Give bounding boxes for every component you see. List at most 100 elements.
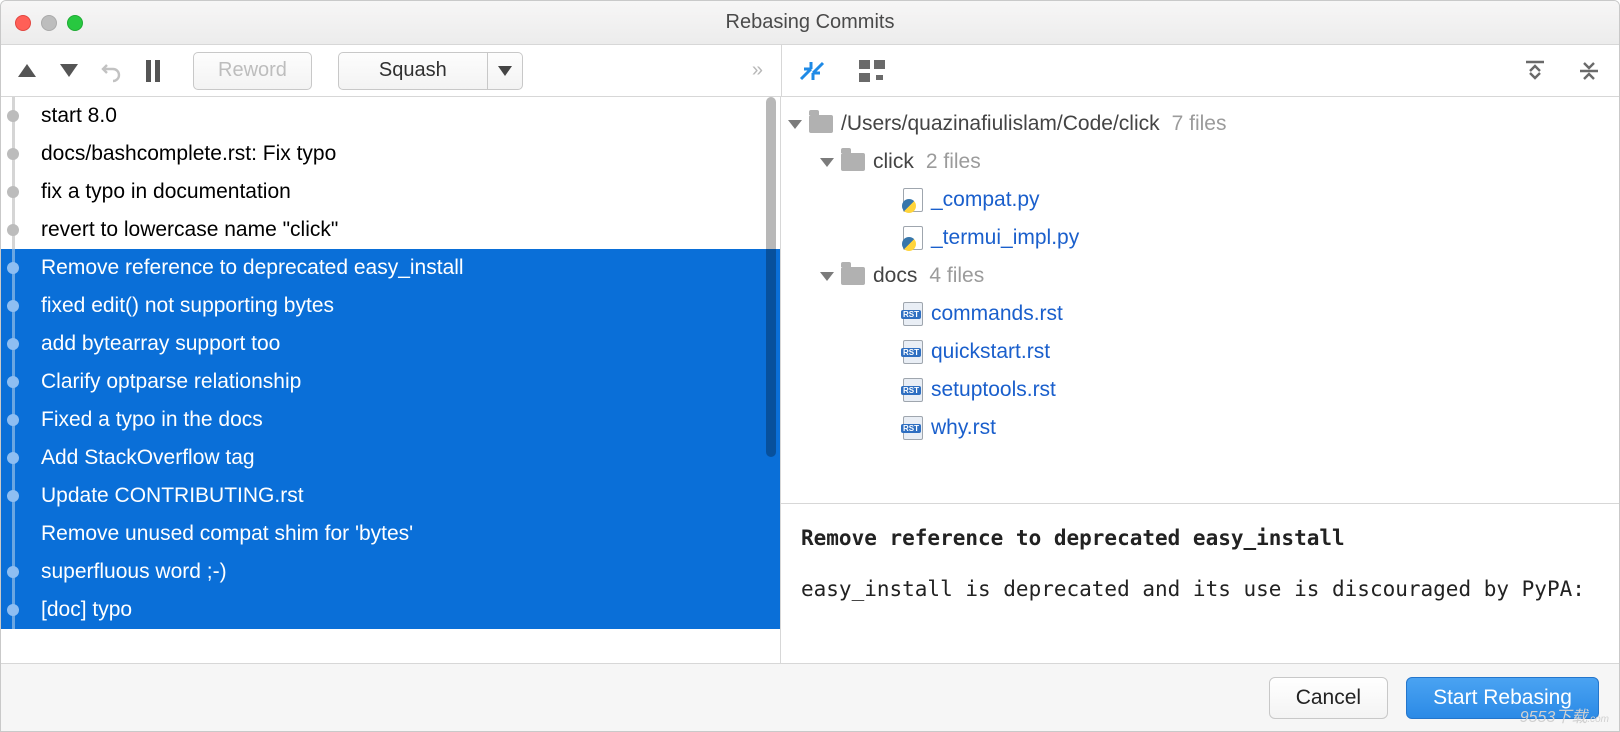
commit-row[interactable]: Update CONTRIBUTING.rst (1, 477, 780, 515)
tree-row[interactable]: _termui_impl.py (787, 219, 1609, 257)
rst-file-icon: RST (903, 302, 923, 326)
tree-file-name: _termui_impl.py (931, 226, 1079, 250)
move-down-button[interactable] (51, 53, 87, 89)
commit-preview: Remove reference to deprecated easy_inst… (781, 503, 1619, 663)
scrollbar-thumb[interactable] (766, 97, 776, 457)
cancel-button[interactable]: Cancel (1269, 677, 1388, 719)
commit-dot-icon (7, 224, 19, 236)
py-file-icon (903, 226, 923, 250)
tree-count: 2 files (926, 150, 981, 174)
chevron-down-icon (498, 66, 512, 76)
commit-message: Update CONTRIBUTING.rst (41, 484, 304, 508)
commit-dot-icon (7, 414, 19, 426)
commit-row[interactable]: Remove reference to deprecated easy_inst… (1, 249, 780, 287)
commit-list[interactable]: start 8.0 docs/bashcomplete.rst: Fix typo… (1, 97, 780, 663)
tree-file-name: commands.rst (931, 302, 1063, 326)
squash-button-group: Squash (338, 52, 523, 90)
commit-row[interactable]: start 8.0 (1, 97, 780, 135)
commit-dot-icon (7, 452, 19, 464)
tree-path: /Users/quazinafiulislam/Code/click (841, 112, 1160, 136)
commit-dot-icon (7, 338, 19, 350)
tree-row[interactable]: RSTsetuptools.rst (787, 371, 1609, 409)
tree-row[interactable]: RST commands.rst (787, 295, 1609, 333)
tree-count: 7 files (1172, 112, 1227, 136)
footer: Cancel Start Rebasing 9553下载.com (1, 663, 1619, 731)
commit-dot-icon (7, 110, 19, 122)
window-title: Rebasing Commits (726, 11, 895, 34)
commit-row[interactable]: Fixed a typo in the docs (1, 401, 780, 439)
tree-row[interactable]: click 2 files (787, 143, 1609, 181)
chevron-down-icon[interactable] (787, 120, 803, 129)
collapse-unchanged-button[interactable] (794, 53, 830, 89)
commit-dot-icon (7, 376, 19, 388)
traffic-lights (1, 15, 97, 31)
commit-row[interactable]: Remove unused compat shim for 'bytes' (1, 515, 780, 553)
commit-row[interactable]: superfluous word ;-) (1, 553, 780, 591)
commit-scroll: start 8.0 docs/bashcomplete.rst: Fix typo… (1, 97, 780, 663)
rst-file-icon: RST (903, 416, 923, 440)
commit-message: superfluous word ;-) (41, 560, 227, 584)
scrollbar[interactable] (764, 97, 778, 663)
tree-folder-name: docs (873, 264, 917, 288)
commit-message: Remove unused compat shim for 'bytes' (41, 522, 413, 546)
commit-dot-icon (7, 566, 19, 578)
commit-row[interactable]: docs/bashcomplete.rst: Fix typo (1, 135, 780, 173)
right-pane: /Users/quazinafiulislam/Code/click 7 file… (781, 97, 1619, 663)
group-by-button[interactable] (854, 53, 890, 89)
commit-row[interactable]: [doc] typo (1, 591, 780, 629)
pause-button[interactable] (135, 53, 171, 89)
move-up-button[interactable] (9, 53, 45, 89)
file-tree[interactable]: /Users/quazinafiulislam/Code/click 7 file… (781, 97, 1619, 503)
commit-dot-icon (7, 300, 19, 312)
tree-row[interactable]: RST why.rst (787, 409, 1609, 447)
commit-message: fix a typo in documentation (41, 180, 291, 204)
py-file-icon (903, 188, 923, 212)
reword-button[interactable]: Reword (193, 52, 312, 90)
toolbar-right (782, 45, 1619, 96)
chevron-down-icon[interactable] (819, 158, 835, 167)
toolbar: Reword Squash » (1, 45, 1619, 97)
expand-all-button[interactable] (1517, 53, 1553, 89)
folder-icon (841, 267, 865, 285)
commit-message: docs/bashcomplete.rst: Fix typo (41, 142, 336, 166)
commit-dot-icon (7, 490, 19, 502)
more-actions-icon[interactable]: » (752, 59, 773, 82)
commit-message: start 8.0 (41, 104, 117, 128)
commit-row[interactable]: fix a typo in documentation (1, 173, 780, 211)
preview-title: Remove reference to deprecated easy_inst… (801, 522, 1599, 555)
tree-folder-name: click (873, 150, 914, 174)
squash-button[interactable]: Squash (338, 52, 488, 90)
commit-message: Remove reference to deprecated easy_inst… (41, 256, 464, 280)
tree-count: 4 files (929, 264, 984, 288)
maximize-window-button[interactable] (67, 15, 83, 31)
watermark: 9553下载.com (1520, 703, 1609, 727)
tree-row[interactable]: RSTquickstart.rst (787, 333, 1609, 371)
chevron-down-icon[interactable] (819, 272, 835, 281)
commit-message: Fixed a typo in the docs (41, 408, 263, 432)
commit-row[interactable]: Clarify optparse relationship (1, 363, 780, 401)
commit-row[interactable]: add bytearray support too (1, 325, 780, 363)
commit-row[interactable]: revert to lowercase name "click" (1, 211, 780, 249)
tree-row[interactable]: docs 4 files (787, 257, 1609, 295)
folder-icon (841, 153, 865, 171)
window: Rebasing Commits Reword Squash » (0, 0, 1620, 732)
main-split: start 8.0 docs/bashcomplete.rst: Fix typo… (1, 97, 1619, 663)
close-window-button[interactable] (15, 15, 31, 31)
minimize-window-button[interactable] (41, 15, 57, 31)
undo-button[interactable] (93, 53, 129, 89)
collapse-all-button[interactable] (1571, 53, 1607, 89)
tree-row[interactable]: /Users/quazinafiulislam/Code/click 7 file… (787, 105, 1609, 143)
tree-file-name: why.rst (931, 416, 996, 440)
commit-message: revert to lowercase name "click" (41, 218, 338, 242)
preview-body: easy_install is deprecated and its use i… (801, 573, 1599, 606)
tree-file-name: _compat.py (931, 188, 1040, 212)
tree-row[interactable]: _compat.py (787, 181, 1609, 219)
commit-dot-icon (7, 262, 19, 274)
commit-message: [doc] typo (41, 598, 132, 622)
commit-row[interactable]: fixed edit() not supporting bytes (1, 287, 780, 325)
tree-file-name: setuptools.rst (931, 378, 1056, 402)
toolbar-left: Reword Squash » (1, 45, 781, 96)
squash-dropdown[interactable] (488, 52, 523, 90)
folder-icon (809, 115, 833, 133)
commit-row[interactable]: Add StackOverflow tag (1, 439, 780, 477)
